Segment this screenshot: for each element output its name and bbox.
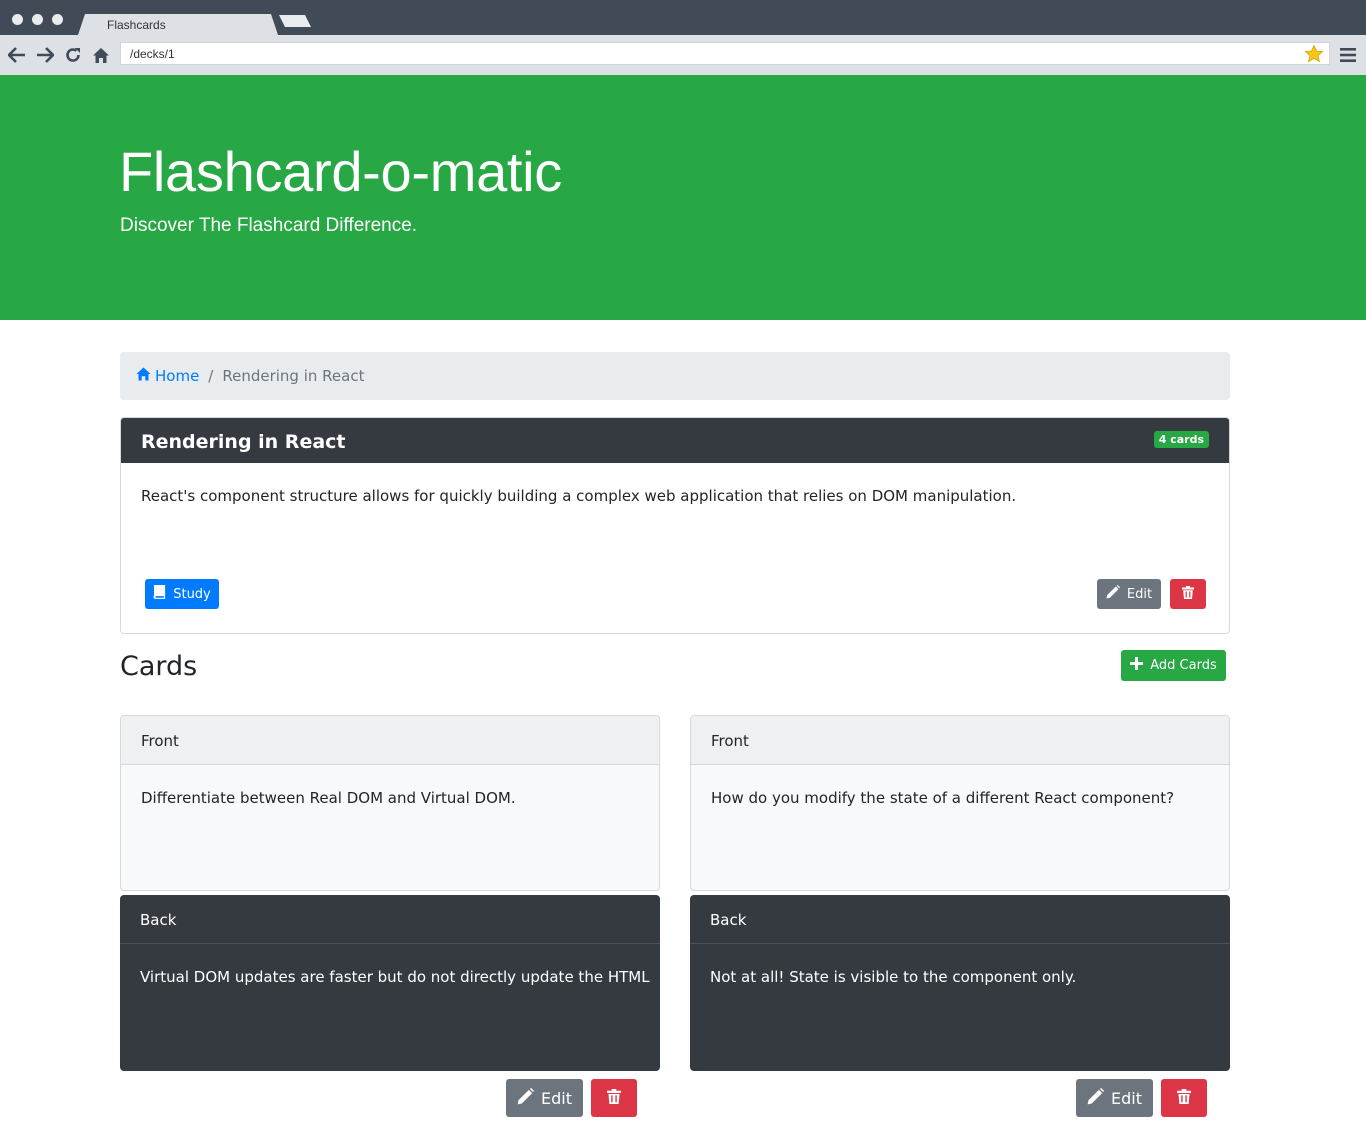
forward-icon[interactable] xyxy=(34,44,56,66)
card-back: Back Not at all! State is visible to the… xyxy=(690,895,1230,1071)
browser-titlebar: Flashcards xyxy=(0,0,1366,35)
add-cards-label: Add Cards xyxy=(1150,658,1217,673)
card-front: Front Differentiate between Real DOM and… xyxy=(120,715,660,891)
edit-card-label: Edit xyxy=(1111,1088,1142,1108)
reload-icon[interactable] xyxy=(62,44,84,66)
star-icon[interactable] xyxy=(1304,44,1324,68)
url-text: /decks/1 xyxy=(130,47,175,61)
app-subtitle: Discover The Flashcard Difference. xyxy=(120,215,418,236)
back-icon[interactable] xyxy=(6,44,28,66)
card-count-badge: 4 cards xyxy=(1153,431,1209,448)
home-icon[interactable] xyxy=(90,44,112,66)
tab-title: Flashcards xyxy=(107,18,166,32)
card-back: Back Virtual DOM updates are faster but … xyxy=(120,895,660,1071)
delete-card-button[interactable] xyxy=(1161,1079,1207,1117)
card-back-text: Not at all! State is visible to the comp… xyxy=(710,968,1077,986)
deck-card: Rendering in React 4 cards React's compo… xyxy=(120,417,1230,634)
breadcrumb-home-label: Home xyxy=(155,367,200,385)
browser-navbar: /decks/1 xyxy=(0,35,1366,75)
menu-icon[interactable] xyxy=(1337,44,1359,66)
edit-card-label: Edit xyxy=(541,1088,572,1108)
card-front-text: Differentiate between Real DOM and Virtu… xyxy=(141,789,516,807)
breadcrumb-current: Rendering in React xyxy=(222,367,365,385)
card-back-label: Back xyxy=(710,911,747,929)
edit-card-button[interactable]: Edit xyxy=(506,1079,583,1117)
card-front: Front How do you modify the state of a d… xyxy=(690,715,1230,891)
trash-icon xyxy=(1177,1088,1191,1108)
cards-section-title: Cards xyxy=(120,651,198,682)
window-dot[interactable] xyxy=(12,14,23,25)
app-title: Flashcard-o-matic xyxy=(119,140,563,203)
browser-tab[interactable]: Flashcards xyxy=(78,14,278,35)
trash-icon xyxy=(1182,585,1194,603)
study-button-label: Study xyxy=(173,586,211,602)
card-front-text: How do you modify the state of a differe… xyxy=(711,789,1175,807)
book-icon xyxy=(153,584,166,603)
window-dot[interactable] xyxy=(32,14,43,25)
deck-header: Rendering in React 4 cards xyxy=(121,418,1229,463)
trash-icon xyxy=(607,1088,621,1108)
pencil-icon xyxy=(1087,1087,1104,1109)
card-back-header: Back xyxy=(120,895,660,944)
plus-icon xyxy=(1130,657,1144,674)
jumbotron-header: Flashcard-o-matic Discover The Flashcard… xyxy=(0,75,1366,320)
pencil-icon xyxy=(517,1087,534,1109)
edit-card-button[interactable]: Edit xyxy=(1076,1079,1153,1117)
card-back-text: Virtual DOM updates are faster but do no… xyxy=(140,968,650,986)
edit-deck-label: Edit xyxy=(1126,586,1153,602)
card-front-header: Front xyxy=(691,716,1229,765)
breadcrumb: Home / Rendering in React xyxy=(120,352,1230,400)
window-dot[interactable] xyxy=(52,14,63,25)
pencil-icon xyxy=(1106,585,1120,603)
card-front-header: Front xyxy=(121,716,659,765)
home-icon xyxy=(136,367,151,385)
window-controls xyxy=(12,14,63,25)
card-back-label: Back xyxy=(140,911,177,929)
new-tab-button[interactable] xyxy=(279,15,311,27)
card-back-header: Back xyxy=(690,895,1230,944)
deck-description: React's component structure allows for q… xyxy=(141,487,1017,505)
breadcrumb-home-link[interactable]: Home xyxy=(136,367,199,385)
breadcrumb-separator: / xyxy=(208,367,214,385)
study-button[interactable]: Study xyxy=(145,579,219,609)
card-front-label: Front xyxy=(711,732,749,750)
deck-title: Rendering in React xyxy=(141,431,346,453)
add-cards-button[interactable]: Add Cards xyxy=(1121,650,1226,681)
address-bar[interactable]: /decks/1 xyxy=(120,42,1330,65)
edit-deck-button[interactable]: Edit xyxy=(1097,579,1161,609)
delete-deck-button[interactable] xyxy=(1170,579,1206,609)
card-front-label: Front xyxy=(141,732,179,750)
delete-card-button[interactable] xyxy=(591,1079,637,1117)
